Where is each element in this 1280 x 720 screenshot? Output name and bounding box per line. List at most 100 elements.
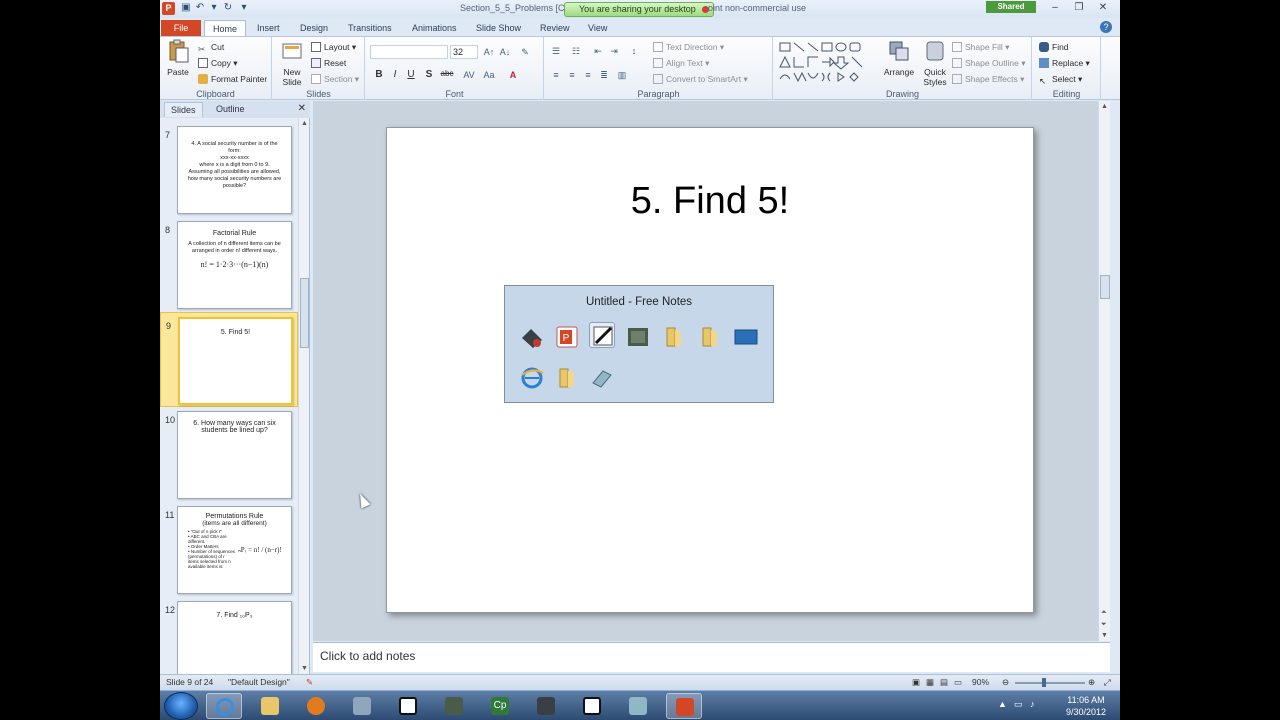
clear-formatting-icon[interactable]: ✎ — [518, 46, 532, 58]
tab-view[interactable]: View — [588, 20, 607, 36]
zoom-in-icon[interactable]: ⊕ — [1088, 677, 1095, 688]
tab-animations[interactable]: Animations — [412, 20, 457, 36]
app-thumbnail-8[interactable] — [519, 365, 545, 391]
quick-styles-button[interactable]: Quick Styles — [920, 39, 950, 87]
shape-outline-button[interactable]: Shape Outline ▾ — [952, 57, 1026, 69]
app-thumbnail-4[interactable] — [625, 324, 651, 350]
dropdown-chevron-icon[interactable]: ▾ — [208, 2, 220, 14]
slide-thumbnail-10[interactable]: 10 6. How many ways can six students be … — [160, 407, 298, 502]
taskbar-free-notes-2[interactable] — [574, 693, 610, 719]
taskbar-game[interactable] — [436, 693, 472, 719]
scroll-down-icon[interactable]: ▼ — [1101, 632, 1108, 639]
start-button[interactable] — [164, 692, 198, 720]
previous-slide-icon[interactable]: ⏶ — [1101, 609, 1107, 617]
change-case-icon[interactable]: Aa — [482, 69, 496, 81]
zoom-out-icon[interactable]: ⊖ — [1002, 677, 1009, 688]
reset-button[interactable]: Reset — [311, 57, 346, 69]
decrease-indent-icon[interactable]: ⇤ — [591, 45, 605, 57]
taskbar-powerpoint[interactable] — [666, 693, 702, 719]
app-thumbnail-10[interactable] — [589, 365, 615, 391]
paste-button[interactable]: Paste — [164, 39, 192, 77]
underline-button[interactable]: U — [404, 69, 418, 80]
font-color-icon[interactable]: A — [506, 69, 520, 81]
font-size-input[interactable]: 32 — [450, 45, 478, 59]
current-slide[interactable]: 5. Find 5! Untitled - Free Notes P — [386, 127, 1034, 613]
bold-button[interactable]: B — [372, 69, 386, 80]
tray-volume-icon[interactable]: ♪ — [1030, 699, 1040, 711]
taskbar-app-4[interactable] — [344, 693, 380, 719]
notes-placeholder[interactable]: Click to add notes — [320, 649, 415, 663]
character-spacing-icon[interactable]: AV — [462, 69, 476, 81]
tab-home[interactable]: Home — [204, 20, 247, 36]
tab-slide-show[interactable]: Slide Show — [476, 20, 521, 36]
line-spacing-icon[interactable]: ↕ — [627, 45, 641, 57]
shape-effects-button[interactable]: Shape Effects ▾ — [952, 73, 1024, 85]
free-notes-popup[interactable]: Untitled - Free Notes P — [504, 285, 774, 403]
justify-icon[interactable]: ≣ — [597, 69, 611, 81]
taskbar-explorer[interactable] — [252, 693, 288, 719]
taskbar-internet-explorer[interactable] — [206, 693, 242, 719]
scroll-down-icon[interactable]: ▼ — [301, 665, 308, 672]
convert-smartart-button[interactable]: Convert to SmartArt ▾ — [653, 73, 748, 85]
fit-to-window-icon[interactable]: ⤢ — [1104, 677, 1111, 688]
align-right-icon[interactable]: ≡ — [581, 69, 595, 81]
slide-scrollbar[interactable]: ▲ ⏶ ⏷ ▼ — [1098, 101, 1110, 641]
slide-thumbnail-8[interactable]: 8 Factorial Rule A collection of n diffe… — [160, 217, 298, 312]
tab-insert[interactable]: Insert — [257, 20, 280, 36]
select-button[interactable]: ↖ Select ▾ — [1039, 73, 1082, 86]
scroll-up-icon[interactable]: ▲ — [301, 120, 308, 127]
text-direction-button[interactable]: Text Direction ▾ — [653, 41, 724, 53]
bullets-icon[interactable]: ☰ — [549, 45, 563, 57]
app-thumbnail-6[interactable] — [697, 324, 723, 350]
align-center-icon[interactable]: ≡ — [565, 69, 579, 81]
grow-font-icon[interactable]: A↑ — [482, 46, 496, 58]
slide-thumbnail-11[interactable]: 11 Permutations Rule (items are all diff… — [160, 502, 298, 597]
reading-view-icon[interactable]: ▤ — [940, 677, 948, 688]
zoom-level[interactable]: 90% — [972, 677, 989, 687]
save-icon[interactable]: ▣ — [180, 2, 192, 14]
close-icon[interactable]: ✕ — [1096, 2, 1110, 14]
numbering-icon[interactable]: ☷ — [569, 45, 583, 57]
restore-icon[interactable]: ❐ — [1072, 2, 1086, 14]
normal-view-icon[interactable]: ▣ — [912, 677, 920, 688]
app-thumbnail-5[interactable] — [661, 324, 687, 350]
help-icon[interactable]: ? — [1100, 21, 1112, 33]
slideshow-view-icon[interactable]: ▭ — [954, 677, 962, 688]
copy-button[interactable]: Copy ▾ — [198, 57, 237, 69]
slide-sorter-icon[interactable]: ▦ — [926, 677, 934, 688]
layout-button[interactable]: Layout ▾ — [311, 41, 356, 53]
tray-expand-icon[interactable]: ▲ — [998, 699, 1008, 711]
columns-icon[interactable]: ▥ — [615, 69, 629, 81]
shapes-gallery[interactable] — [778, 41, 874, 85]
align-left-icon[interactable]: ≡ — [549, 69, 563, 81]
notes-pane[interactable]: Click to add notes — [313, 642, 1110, 672]
undo-icon[interactable]: ↶ — [194, 2, 206, 14]
close-pane-icon[interactable]: ✕ — [298, 103, 306, 114]
slide-thumbnail-7[interactable]: 7 4. A social security number is of the … — [160, 122, 298, 217]
share-banner[interactable]: You are sharing your desktop — [564, 2, 714, 17]
tray-network-icon[interactable]: ▭ — [1014, 699, 1024, 711]
spellcheck-icon[interactable]: ✎ — [306, 677, 313, 688]
align-text-button[interactable]: Align Text ▾ — [653, 57, 709, 69]
next-slide-icon[interactable]: ⏷ — [1101, 621, 1107, 629]
slides-pane-scrollbar[interactable]: ▲ ▼ — [298, 118, 309, 674]
zoom-slider-knob[interactable] — [1042, 678, 1046, 687]
find-button[interactable]: Find — [1039, 41, 1069, 53]
format-painter-button[interactable]: Format Painter — [198, 73, 267, 85]
theme-name[interactable]: "Default Design" — [228, 677, 290, 687]
italic-button[interactable]: I — [388, 69, 402, 80]
taskbar-clock[interactable]: 11:06 AM 9/30/2012 — [1066, 694, 1106, 718]
app-thumbnail-3[interactable] — [589, 322, 615, 348]
tab-design[interactable]: Design — [300, 20, 328, 36]
tab-transitions[interactable]: Transitions — [348, 20, 392, 36]
new-slide-button[interactable]: New Slide — [277, 39, 307, 87]
tab-slides[interactable]: Slides — [164, 102, 203, 117]
app-thumbnail-7[interactable] — [733, 324, 759, 350]
app-thumbnail-9[interactable] — [554, 365, 580, 391]
slide-title[interactable]: 5. Find 5! — [387, 180, 1033, 223]
zoom-slider[interactable] — [1015, 682, 1085, 684]
increase-indent-icon[interactable]: ⇥ — [607, 45, 621, 57]
scrollbar-thumb[interactable] — [300, 278, 309, 348]
tab-review[interactable]: Review — [540, 20, 570, 36]
taskbar-media-player[interactable] — [298, 693, 334, 719]
